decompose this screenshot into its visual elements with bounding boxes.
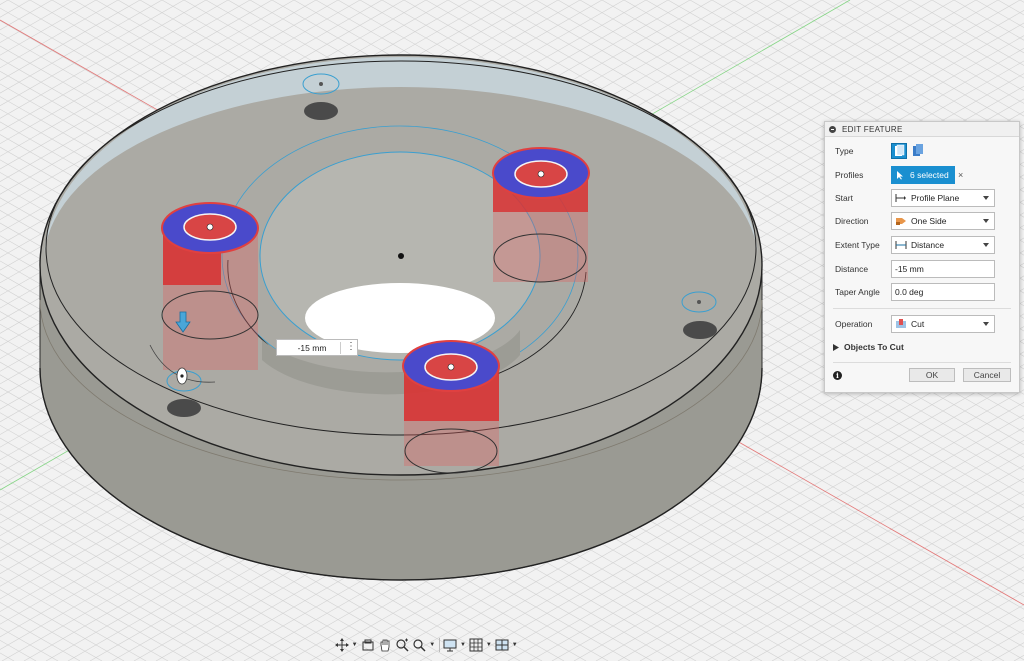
grid-icon[interactable]	[467, 636, 484, 654]
distance-value[interactable]: -15 mm	[895, 264, 924, 274]
clear-selection-icon[interactable]: ×	[958, 170, 963, 180]
extrude-solid-icon	[895, 144, 905, 156]
start-label: Start	[835, 193, 853, 203]
display-settings-icon[interactable]	[441, 636, 458, 654]
row-start: Start Profile Plane	[825, 188, 1019, 208]
toolbar-divider	[438, 638, 440, 652]
row-extent-type: Extent Type Distance	[825, 235, 1019, 255]
cut-profile-top-right[interactable]	[492, 147, 590, 283]
start-value: Profile Plane	[911, 193, 960, 203]
profiles-label: Profiles	[835, 170, 864, 180]
dimension-menu-icon[interactable]: ⋮	[346, 341, 356, 352]
extent-type-label: Extent Type	[835, 240, 880, 250]
chevron-down-icon[interactable]: ▼	[428, 636, 437, 654]
row-direction: Direction One Side	[825, 211, 1019, 231]
cut-profile-left[interactable]	[161, 202, 259, 370]
operation-label: Operation	[835, 319, 873, 329]
chevron-down-icon	[983, 196, 989, 200]
row-distance: Distance -15 mm	[825, 259, 1019, 279]
navigation-toolbar: ▼ ▼ ▼ ▼ ▼	[333, 634, 519, 656]
mount-hole-top[interactable]	[304, 102, 338, 120]
start-dropdown[interactable]: Profile Plane	[891, 189, 995, 207]
edit-feature-dialog: EDIT FEATURE Type Profiles 6 selected × …	[824, 121, 1020, 393]
footer-divider	[833, 362, 1011, 363]
pan-icon[interactable]	[376, 636, 393, 654]
chevron-down-icon[interactable]: ▼	[350, 636, 359, 654]
row-operation: Operation Cut	[825, 314, 1019, 334]
cancel-button[interactable]: Cancel	[963, 368, 1011, 382]
row-type: Type	[825, 141, 1019, 161]
section-divider	[833, 308, 1011, 309]
viewports-icon[interactable]	[493, 636, 510, 654]
dialog-header[interactable]: EDIT FEATURE	[825, 122, 1019, 137]
type-thin-extrude-button[interactable]	[911, 143, 927, 159]
direction-value: One Side	[911, 216, 947, 226]
one-side-icon	[896, 218, 906, 225]
zoom-window-icon[interactable]	[411, 636, 428, 654]
type-extrude-button[interactable]	[891, 143, 907, 159]
collapse-icon[interactable]	[829, 125, 836, 133]
operation-dropdown[interactable]: Cut	[891, 315, 995, 333]
chevron-down-icon	[983, 322, 989, 326]
row-taper-angle: Taper Angle 0.0 deg	[825, 282, 1019, 302]
direction-dropdown[interactable]: One Side	[891, 212, 995, 230]
row-profiles: Profiles 6 selected ×	[825, 165, 1019, 185]
cut-icon	[896, 319, 906, 328]
distance-input[interactable]: -15 mm	[891, 260, 995, 278]
profile-plane-icon	[895, 194, 906, 202]
ok-button[interactable]: OK	[909, 368, 955, 382]
dialog-title: EDIT FEATURE	[842, 124, 903, 134]
chevron-down-icon[interactable]: ▼	[510, 636, 519, 654]
operation-value: Cut	[911, 319, 925, 329]
distance-dimension-value[interactable]: -15 mm	[287, 343, 337, 353]
dimension-divider	[340, 342, 341, 354]
profiles-select-button[interactable]: 6 selected	[891, 166, 955, 184]
chevron-right-icon	[833, 343, 839, 351]
extrude-thin-icon	[913, 144, 923, 156]
chevron-down-icon[interactable]: ▼	[484, 636, 493, 654]
zoom-icon[interactable]	[393, 636, 410, 654]
chevron-down-icon	[983, 243, 989, 247]
look-at-icon[interactable]	[359, 636, 376, 654]
distance-icon	[895, 241, 907, 249]
distance-dimension-input[interactable]: -15 mm ⋮	[276, 339, 358, 356]
cut-profile-bottom[interactable]	[402, 340, 500, 474]
cursor-icon	[897, 171, 903, 180]
taper-angle-label: Taper Angle	[835, 287, 880, 297]
objects-to-cut-label: Objects To Cut	[844, 342, 904, 352]
direction-label: Direction	[835, 216, 869, 226]
taper-angle-input[interactable]: 0.0 deg	[891, 283, 995, 301]
mount-hole-left[interactable]	[167, 399, 201, 417]
distance-label: Distance	[835, 264, 869, 274]
extent-type-value: Distance	[911, 240, 945, 250]
profiles-count: 6 selected	[910, 170, 949, 180]
extent-type-dropdown[interactable]: Distance	[891, 236, 995, 254]
part-body[interactable]	[39, 54, 763, 581]
taper-angle-value[interactable]: 0.0 deg	[895, 287, 923, 297]
info-icon[interactable]: i	[833, 371, 842, 380]
objects-to-cut-toggle[interactable]: Objects To Cut	[825, 337, 1019, 357]
chevron-down-icon	[983, 219, 989, 223]
type-label: Type	[835, 146, 854, 156]
orbit-icon[interactable]	[333, 636, 350, 654]
mount-hole-right[interactable]	[683, 321, 717, 339]
chevron-down-icon[interactable]: ▼	[459, 636, 468, 654]
